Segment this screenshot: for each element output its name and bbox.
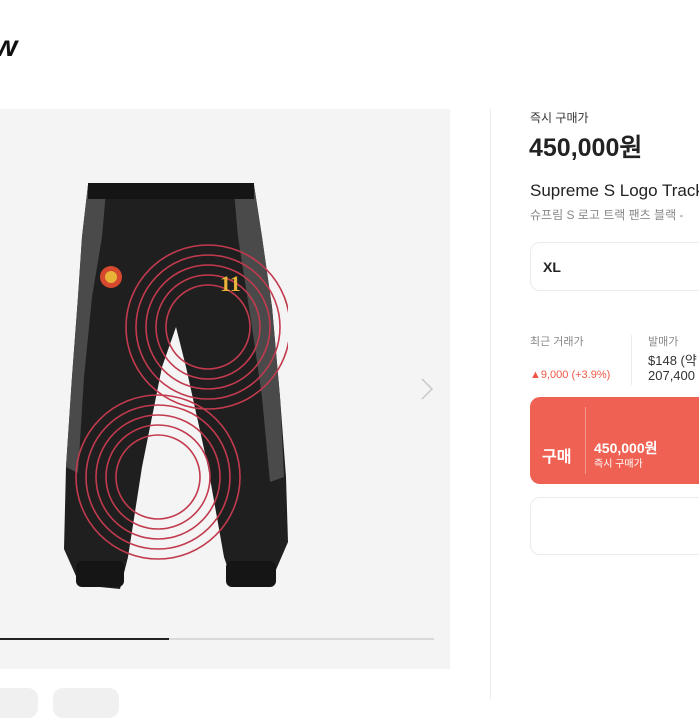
release-price-label: 발매가 [648, 336, 679, 348]
release-price-usd: $148 (약 [648, 353, 697, 368]
svg-text:11: 11 [220, 271, 241, 296]
thumbnail-button[interactable] [0, 688, 38, 718]
product-title: Supreme S Logo Track [530, 181, 699, 200]
size-selector[interactable]: XL [530, 242, 699, 291]
next-image-arrow[interactable] [414, 375, 438, 403]
sell-button[interactable] [530, 497, 699, 555]
divider [490, 109, 491, 699]
gallery-progress-bar [0, 638, 170, 640]
product-subtitle: 슈프림 S 로고 트랙 팬츠 블랙 - [530, 208, 684, 222]
buy-button-label: 구매 [542, 449, 572, 466]
buy-button-subtext: 즉시 구매가 [594, 459, 643, 470]
recent-price-label: 최근 거래가 [530, 336, 584, 348]
buy-button[interactable]: 구매 450,000원 즉시 구매가 [530, 397, 699, 484]
product-image: 11 [64, 183, 288, 589]
buy-button-divider [585, 407, 586, 474]
recent-price-change: ▲9,000 (+3.9%) [530, 369, 611, 381]
brand-logo[interactable]: w [0, 30, 17, 64]
product-price: 450,000원 [529, 134, 643, 162]
gallery-progress-track [0, 638, 434, 640]
thumbnail-button[interactable] [53, 688, 119, 718]
divider [631, 335, 632, 385]
product-gallery: 11 [0, 109, 450, 669]
selected-size: XL [543, 259, 561, 275]
release-price-krw: 207,400 [648, 368, 695, 383]
instant-buy-price-label: 즉시 구매가 [530, 111, 589, 125]
